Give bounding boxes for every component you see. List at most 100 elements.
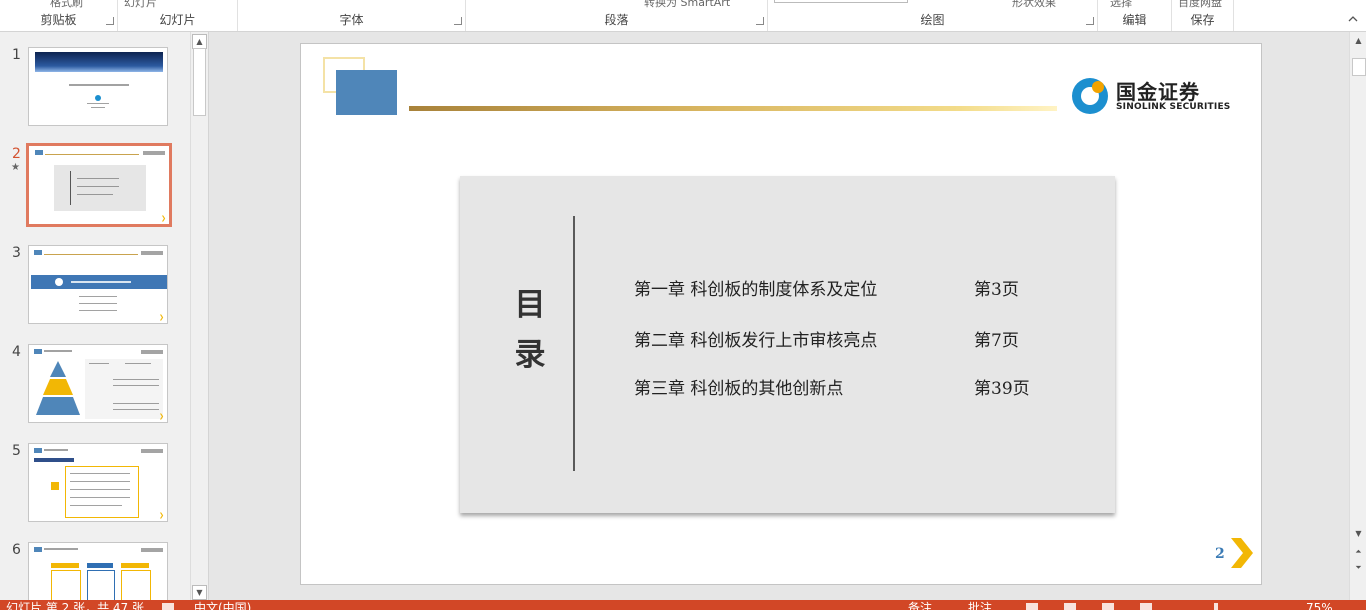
toc-chapter-title: 第二章 科创板发行上市审核亮点 xyxy=(634,331,878,351)
thumbnail-pane-scrollbar[interactable]: ▲ ▼ xyxy=(190,32,207,600)
title-placeholder xyxy=(44,350,72,352)
toc-page-ref: 第7页 xyxy=(974,331,1019,351)
text-placeholder xyxy=(113,409,159,410)
slide-number: 1 xyxy=(12,47,21,63)
slide-number: 5 xyxy=(12,443,21,459)
text-placeholder xyxy=(113,385,159,386)
ribbon-group-label: 字体 xyxy=(339,13,364,27)
normal-view-icon[interactable] xyxy=(1026,603,1038,610)
content-box xyxy=(65,466,139,518)
language-indicator[interactable]: 中文(中国) xyxy=(194,601,251,610)
deco-square xyxy=(34,448,42,453)
new-slide-button[interactable]: 幻灯片 xyxy=(124,0,157,10)
dialog-launcher-icon[interactable] xyxy=(106,17,114,25)
scrollbar-thumb[interactable] xyxy=(1352,58,1366,76)
column-box xyxy=(87,570,115,600)
pyramid-diagram xyxy=(36,361,80,415)
slide-thumbnail[interactable]: 6 xyxy=(0,542,190,600)
ribbon-group-label: 编辑 xyxy=(1122,13,1147,27)
logo-icon xyxy=(141,251,163,255)
shape-gallery[interactable] xyxy=(774,0,908,3)
thumbnail-preview: ❯ xyxy=(28,245,168,324)
deco-blue-square xyxy=(336,70,397,115)
logo-icon xyxy=(141,449,163,453)
status-bar: 幻灯片 第 2 张，共 47 张 中文(中国) 备注 批注 75% xyxy=(0,600,1366,610)
table-of-contents-card[interactable]: 目录 第一章 科创板的制度体系及定位 第3页 第二章 科创板发行上市审核亮点 第… xyxy=(460,176,1115,513)
deco-square xyxy=(35,150,43,155)
text-placeholder xyxy=(113,403,159,404)
editor-scrollbar[interactable]: ▲ ▼ ⏶ ⏷ xyxy=(1349,32,1366,600)
slide-sorter-icon[interactable] xyxy=(1064,603,1076,610)
slide-thumbnail[interactable]: 5 ❯ xyxy=(0,443,190,533)
slide-thumbnail[interactable]: 4 ❯ xyxy=(0,344,190,434)
slide-thumbnail[interactable]: 1 xyxy=(0,47,190,137)
scrollbar-thumb[interactable] xyxy=(193,48,206,116)
scroll-up-icon[interactable]: ▲ xyxy=(192,34,207,49)
slide-thumbnail[interactable]: 3 ❯ xyxy=(0,245,190,335)
slide-thumbnail-pane: 1 2 ★ ❯ 3 ❯ 4 ❯ 5 ❯ 6 xyxy=(0,32,209,600)
thumbnail-preview xyxy=(28,542,168,600)
gold-header-line xyxy=(409,106,1057,111)
slideshow-icon[interactable] xyxy=(1140,603,1152,610)
dialog-launcher-icon[interactable] xyxy=(1086,17,1094,25)
notes-button[interactable]: 备注 xyxy=(908,601,932,610)
company-logo: 国金证券 SINOLINK SECURITIES xyxy=(1072,76,1232,116)
text-placeholder xyxy=(70,497,130,498)
ribbon-group-label: 保存 xyxy=(1190,13,1215,27)
text-placeholder xyxy=(91,107,105,108)
next-slide-icon[interactable]: ⏷ xyxy=(1352,562,1365,574)
select-button[interactable]: 选择 xyxy=(1110,0,1132,10)
thumbnail-preview: ❯ xyxy=(28,344,168,423)
slide-thumbnail[interactable]: 2 ★ ❯ xyxy=(0,143,190,236)
format-painter-button[interactable]: 格式刷 xyxy=(50,0,83,10)
slide-number: 2 xyxy=(12,146,21,162)
toc-card xyxy=(54,165,146,211)
comments-button[interactable]: 批注 xyxy=(968,601,992,610)
shape-effects-button[interactable]: 形状效果 xyxy=(1012,0,1056,10)
logo-icon xyxy=(141,350,163,354)
text-placeholder xyxy=(70,489,130,490)
text-placeholder xyxy=(77,178,119,179)
spell-check-icon[interactable] xyxy=(162,603,174,610)
text-placeholder xyxy=(89,363,109,364)
collapse-ribbon-icon[interactable] xyxy=(1348,14,1358,24)
zoom-slider-handle[interactable] xyxy=(1214,603,1218,610)
ribbon-group-label: 剪贴板 xyxy=(40,13,77,27)
scroll-down-icon[interactable]: ▼ xyxy=(1352,528,1365,540)
baidu-netdisk-button[interactable]: 百度网盘 xyxy=(1178,0,1222,10)
dialog-launcher-icon[interactable] xyxy=(454,17,462,25)
toc-chapter-title: 第一章 科创板的制度体系及定位 xyxy=(634,280,878,300)
text-placeholder xyxy=(87,103,109,104)
ribbon-group-clipboard: 格式刷 剪贴板 xyxy=(0,0,118,31)
reading-view-icon[interactable] xyxy=(1102,603,1114,610)
ribbon-group-label: 幻灯片 xyxy=(159,13,196,27)
text-placeholder xyxy=(70,481,130,482)
toc-chapter-title: 第三章 科创板的其他创新点 xyxy=(634,379,844,399)
text-placeholder xyxy=(77,194,113,195)
title-placeholder xyxy=(44,548,78,550)
chevron-right-icon: ❯ xyxy=(160,215,166,222)
thumbnail-preview: ❯ xyxy=(28,443,168,522)
subtitle-bar xyxy=(34,458,74,462)
ribbon-group-editing: 选择 编辑 xyxy=(1098,0,1172,31)
title-placeholder xyxy=(69,84,129,86)
text-placeholder xyxy=(70,473,130,474)
previous-slide-icon[interactable]: ⏶ xyxy=(1352,546,1365,558)
divider xyxy=(70,171,71,205)
text-placeholder xyxy=(77,186,119,187)
scroll-up-icon[interactable]: ▲ xyxy=(1352,35,1365,47)
bullet-square xyxy=(51,482,59,490)
logo-english-name: SINOLINK SECURITIES xyxy=(1116,102,1231,112)
column-header xyxy=(87,563,113,568)
section-icon xyxy=(55,278,63,286)
zoom-level[interactable]: 75% xyxy=(1306,601,1333,610)
slide-canvas[interactable]: 国金证券 SINOLINK SECURITIES 目录 第一章 科创板的制度体系… xyxy=(301,44,1261,584)
convert-smartart-button[interactable]: 转换为 SmartArt xyxy=(644,0,730,10)
content-area xyxy=(85,359,163,419)
ribbon-group-label: 绘图 xyxy=(920,13,945,27)
ribbon-group-paragraph: 转换为 SmartArt 段落 xyxy=(466,0,768,31)
column-header xyxy=(51,563,79,568)
scroll-down-icon[interactable]: ▼ xyxy=(192,585,207,600)
dialog-launcher-icon[interactable] xyxy=(756,17,764,25)
ribbon-group-slides: 幻灯片 幻灯片 xyxy=(118,0,238,31)
